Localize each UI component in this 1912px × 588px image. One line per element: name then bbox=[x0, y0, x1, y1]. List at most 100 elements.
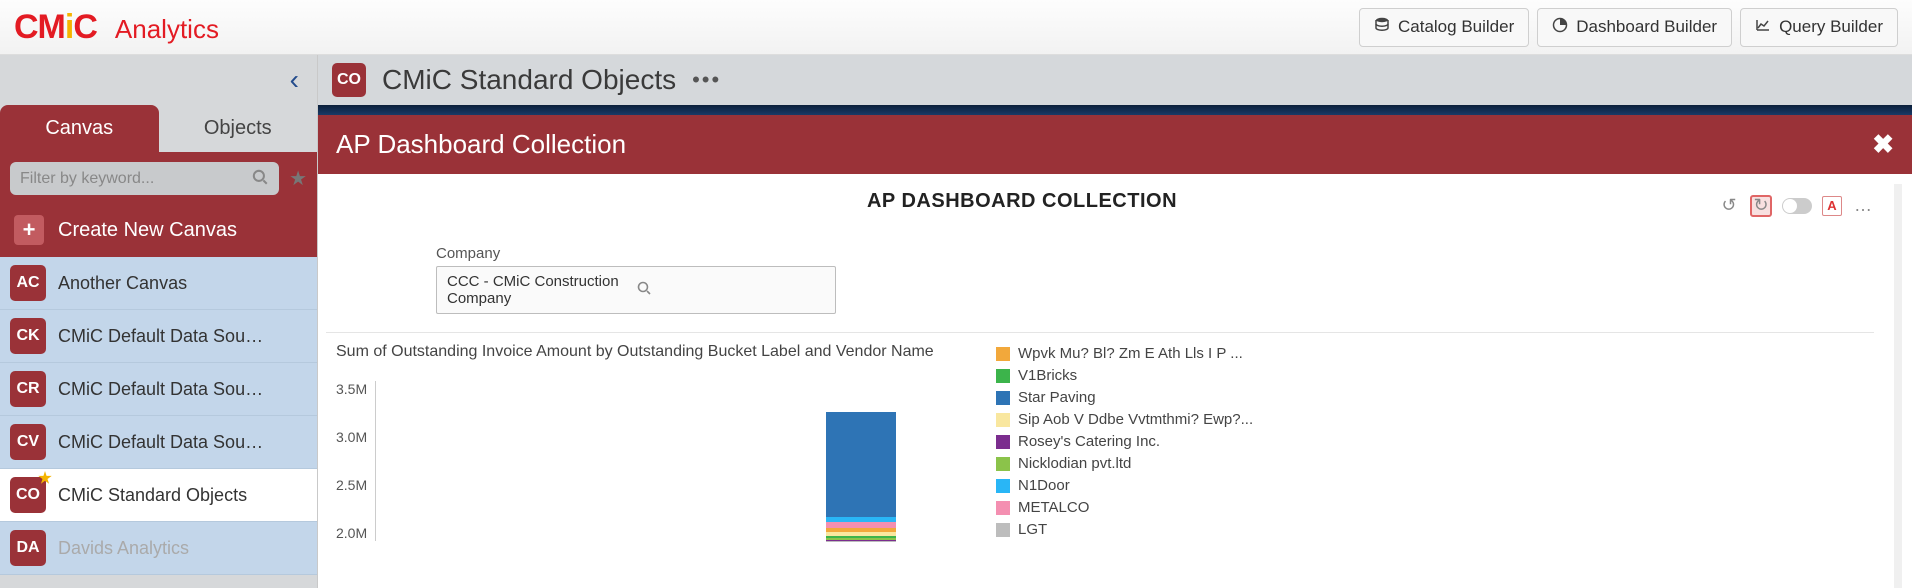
legend-item[interactable]: V1Bricks bbox=[996, 365, 1253, 387]
top-bar: CMiC Analytics Catalog Builder Dashboard… bbox=[0, 0, 1912, 55]
legend-swatch bbox=[996, 523, 1010, 537]
tab-canvas[interactable]: Canvas bbox=[0, 105, 159, 152]
collapse-sidebar-icon[interactable]: ‹ bbox=[290, 64, 299, 96]
catalog-builder-label: Catalog Builder bbox=[1398, 17, 1514, 37]
sidebar-item[interactable]: DA Davids Analytics bbox=[0, 522, 317, 575]
search-icon bbox=[251, 168, 269, 189]
sidebar: ‹ Canvas Objects ★ + Create New Canvas A… bbox=[0, 55, 318, 588]
legend-item[interactable]: Nicklodian pvt.ltd bbox=[996, 453, 1253, 475]
more-options-icon[interactable]: … bbox=[1852, 195, 1874, 217]
catalog-builder-button[interactable]: Catalog Builder bbox=[1359, 8, 1529, 47]
sidebar-tabs: Canvas Objects bbox=[0, 105, 317, 152]
sidebar-item[interactable]: CKCMiC Default Data Sou… bbox=[0, 310, 317, 363]
legend-label: V1Bricks bbox=[1018, 365, 1077, 387]
undo-icon[interactable]: ↺ bbox=[1718, 195, 1740, 217]
brand-subtitle: Analytics bbox=[115, 14, 219, 45]
legend-item[interactable]: METALCO bbox=[996, 497, 1253, 519]
view-toggle[interactable] bbox=[1782, 198, 1812, 214]
dashboard-toolbar: ↺ ↻ A … bbox=[1718, 195, 1874, 217]
company-selector[interactable]: CCC - CMiC Construction Company bbox=[436, 266, 836, 314]
refresh-icon[interactable]: ↻ bbox=[1750, 195, 1772, 217]
dashboard-builder-label: Dashboard Builder bbox=[1576, 17, 1717, 37]
create-new-canvas-button[interactable]: + Create New Canvas bbox=[0, 203, 317, 257]
panel-header: AP Dashboard Collection ✖ bbox=[318, 115, 1912, 174]
database-icon bbox=[1374, 17, 1390, 38]
brand-logo: CMiC bbox=[14, 8, 97, 47]
legend-label: LGT bbox=[1018, 519, 1047, 541]
sidebar-item-label: Davids Analytics bbox=[58, 538, 189, 559]
sidebar-item-label: CMiC Standard Objects bbox=[58, 485, 247, 506]
bar-segment bbox=[826, 412, 896, 517]
sidebar-item-label: CMiC Default Data Sou… bbox=[58, 432, 263, 453]
legend-item[interactable]: Sip Aob V Ddbe Vvtmthmi? Ewp?... bbox=[996, 409, 1253, 431]
y-tick: 2.5M bbox=[336, 477, 367, 493]
search-icon bbox=[636, 280, 825, 300]
line-chart-icon bbox=[1755, 17, 1771, 38]
main-panel: CO CMiC Standard Objects ••• AP Dashboar… bbox=[318, 55, 1912, 588]
company-selector-value: CCC - CMiC Construction Company bbox=[447, 273, 636, 307]
legend-swatch bbox=[996, 457, 1010, 471]
chart-plot[interactable] bbox=[375, 381, 956, 541]
sidebar-item[interactable]: COCMiC Standard Objects bbox=[0, 469, 317, 522]
favorite-filter-icon[interactable]: ★ bbox=[289, 166, 307, 191]
context-badge: CO bbox=[332, 63, 366, 97]
close-icon[interactable]: ✖ bbox=[1872, 129, 1894, 160]
sidebar-item[interactable]: AC Another Canvas bbox=[0, 257, 317, 310]
legend-swatch bbox=[996, 369, 1010, 383]
context-bar: CO CMiC Standard Objects ••• bbox=[318, 55, 1912, 105]
legend-label: N1Door bbox=[1018, 475, 1070, 497]
legend-label: Wpvk Mu? Bl? Zm E Ath Lls I P ... bbox=[1018, 343, 1243, 365]
chart-panel: Sum of Outstanding Invoice Amount by Out… bbox=[326, 332, 1874, 541]
panel-title: AP Dashboard Collection bbox=[336, 129, 1872, 160]
context-more-icon[interactable]: ••• bbox=[692, 67, 721, 93]
legend-item[interactable]: N1Door bbox=[996, 475, 1253, 497]
plus-icon: + bbox=[14, 215, 44, 245]
y-tick: 3.5M bbox=[336, 381, 367, 397]
panel-body: AP DASHBOARD COLLECTION ↺ ↻ A … Company … bbox=[318, 174, 1912, 588]
tab-objects[interactable]: Objects bbox=[159, 105, 318, 152]
sidebar-item[interactable]: CR CMiC Default Data Sou… bbox=[0, 363, 317, 416]
sidebar-item-badge: DA bbox=[10, 530, 46, 566]
y-tick: 2.0M bbox=[336, 525, 367, 541]
sidebar-item-badge: CR bbox=[10, 371, 46, 407]
legend-label: Star Paving bbox=[1018, 387, 1096, 409]
dashboard-builder-button[interactable]: Dashboard Builder bbox=[1537, 8, 1732, 47]
sidebar-item-label: CMiC Default Data Sou… bbox=[58, 379, 263, 400]
legend-swatch bbox=[996, 501, 1010, 515]
sidebar-item-badge: AC bbox=[10, 265, 46, 301]
create-new-canvas-label: Create New Canvas bbox=[58, 219, 237, 242]
legend-item[interactable]: Rosey's Catering Inc. bbox=[996, 431, 1253, 453]
query-builder-button[interactable]: Query Builder bbox=[1740, 8, 1898, 47]
context-title: CMiC Standard Objects bbox=[382, 64, 676, 96]
export-pdf-icon[interactable]: A bbox=[1822, 196, 1842, 216]
legend-swatch bbox=[996, 413, 1010, 427]
canvas-list: ACAnother CanvasCKCMiC Default Data Sou…… bbox=[0, 257, 317, 588]
legend-label: METALCO bbox=[1018, 497, 1089, 519]
legend-swatch bbox=[996, 479, 1010, 493]
legend-swatch bbox=[996, 347, 1010, 361]
brand: CMiC Analytics bbox=[14, 8, 219, 47]
chart-y-axis: 3.5M 3.0M 2.5M 2.0M bbox=[336, 381, 375, 541]
sidebar-item-badge: CK bbox=[10, 318, 46, 354]
chart-legend: Wpvk Mu? Bl? Zm E Ath Lls I P ...V1Brick… bbox=[956, 343, 1253, 541]
legend-item[interactable]: Star Paving bbox=[996, 387, 1253, 409]
divider bbox=[318, 105, 1912, 115]
sidebar-item-badge: CV bbox=[10, 424, 46, 460]
legend-label: Rosey's Catering Inc. bbox=[1018, 431, 1160, 453]
sidebar-item[interactable]: CV CMiC Default Data Sou… bbox=[0, 416, 317, 469]
sidebar-item-label: Another Canvas bbox=[58, 273, 187, 294]
company-field-label: Company bbox=[436, 245, 1874, 262]
query-builder-label: Query Builder bbox=[1779, 17, 1883, 37]
filter-input[interactable] bbox=[20, 170, 251, 188]
dashboard-heading: AP DASHBOARD COLLECTION bbox=[326, 184, 1718, 227]
bar-segment bbox=[826, 541, 896, 542]
legend-item[interactable]: LGT bbox=[996, 519, 1253, 541]
chart-bar-stack bbox=[826, 412, 896, 542]
legend-label: Sip Aob V Ddbe Vvtmthmi? Ewp?... bbox=[1018, 409, 1253, 431]
filter-input-wrap[interactable] bbox=[10, 162, 279, 195]
y-tick: 3.0M bbox=[336, 429, 367, 445]
legend-swatch bbox=[996, 435, 1010, 449]
chart-title: Sum of Outstanding Invoice Amount by Out… bbox=[336, 343, 956, 361]
scrollbar[interactable] bbox=[1894, 184, 1902, 588]
legend-item[interactable]: Wpvk Mu? Bl? Zm E Ath Lls I P ... bbox=[996, 343, 1253, 365]
